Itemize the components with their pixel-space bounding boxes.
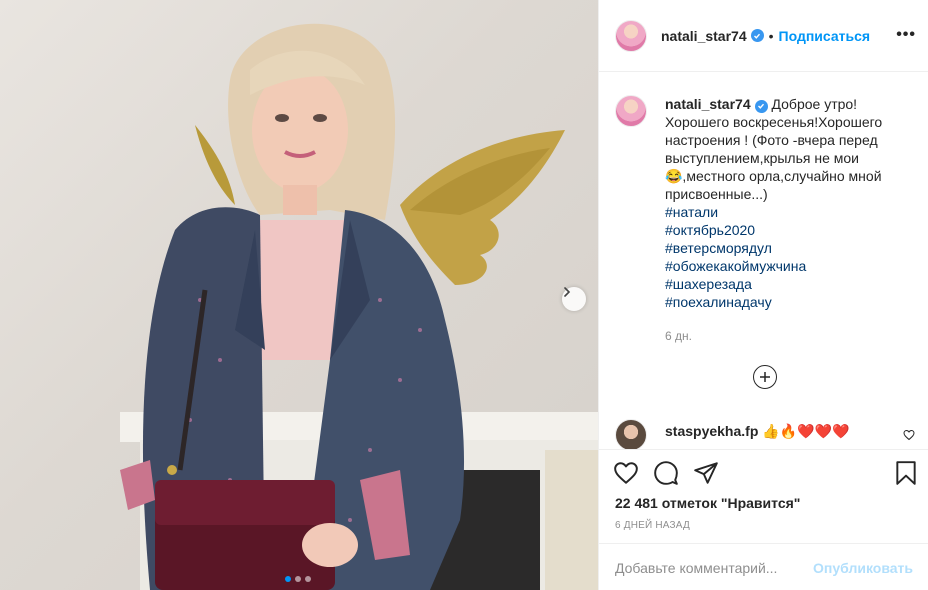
verified-badge-icon [754,99,768,113]
author-username[interactable]: natali_star74 [661,28,747,44]
likes-count[interactable]: 22 481 отметок "Нравится" [615,495,800,511]
share-icon[interactable] [693,460,719,486]
carousel-dot [295,576,301,582]
post-caption: natali_star74 Доброе утро! Хорошего воск… [599,73,928,345]
comment-content: staspyekha.fp 👍🔥❤️❤️❤️ [665,423,849,440]
comment-input[interactable] [615,559,814,576]
commenter-avatar[interactable] [615,419,647,449]
comment-icon[interactable] [653,460,679,486]
verified-badge-icon [750,29,764,42]
hashtag-link[interactable]: #обожекакоймужчина [665,257,913,275]
comment-heart-icon[interactable] [903,429,915,441]
publish-button[interactable]: Опубликовать [813,560,913,576]
hashtag-link[interactable]: #натали [665,203,913,221]
heart-icon[interactable] [613,460,639,486]
caption-body: natali_star74 Доброе утро! Хорошего воск… [665,95,913,345]
comments-section[interactable]: natali_star74 Доброе утро! Хорошего воск… [599,73,928,449]
caption-timestamp[interactable]: 6 дн. [665,327,913,345]
commenter-username[interactable]: staspyekha.fp [665,423,758,439]
caption-username[interactable]: natali_star74 [665,96,751,112]
comment-text: 👍🔥❤️❤️❤️ [762,423,850,439]
post-photo[interactable] [0,0,598,590]
add-comment-bar: Опубликовать [599,543,928,590]
hashtag-link[interactable]: #шахерезада [665,275,913,293]
caption-avatar[interactable] [615,95,647,127]
carousel-dot-active [285,576,291,582]
next-photo-button[interactable] [562,287,586,311]
post-side-panel: natali_star74 • Подписаться ••• natali_s… [598,0,928,590]
more-options-icon[interactable]: ••• [896,26,916,44]
action-icons-row [613,460,919,488]
photo-illustration [120,23,598,590]
separator-dot: • [768,27,774,44]
carousel-dots [285,576,311,582]
load-more-plus-icon [760,372,770,382]
hashtag-link[interactable]: #поехалинадачу [665,293,913,311]
carousel-dot [305,576,311,582]
hashtag-link[interactable]: #октябрь2020 [665,221,913,239]
comment-item: staspyekha.fp 👍🔥❤️❤️❤️ [615,419,915,449]
follow-button[interactable]: Подписаться [779,28,871,44]
hashtag-link[interactable]: #ветерсморядул [665,239,913,257]
post-date[interactable]: 6 ДНЕЙ НАЗАД [615,520,690,531]
post-actions: 22 481 отметок "Нравится" 6 ДНЕЙ НАЗАД О… [599,449,928,590]
post-header: natali_star74 • Подписаться ••• [599,0,928,72]
author-avatar[interactable] [615,19,647,52]
load-more-comments-button[interactable] [753,365,777,389]
bookmark-icon[interactable] [893,460,919,486]
next-arrow-icon [564,287,571,297]
